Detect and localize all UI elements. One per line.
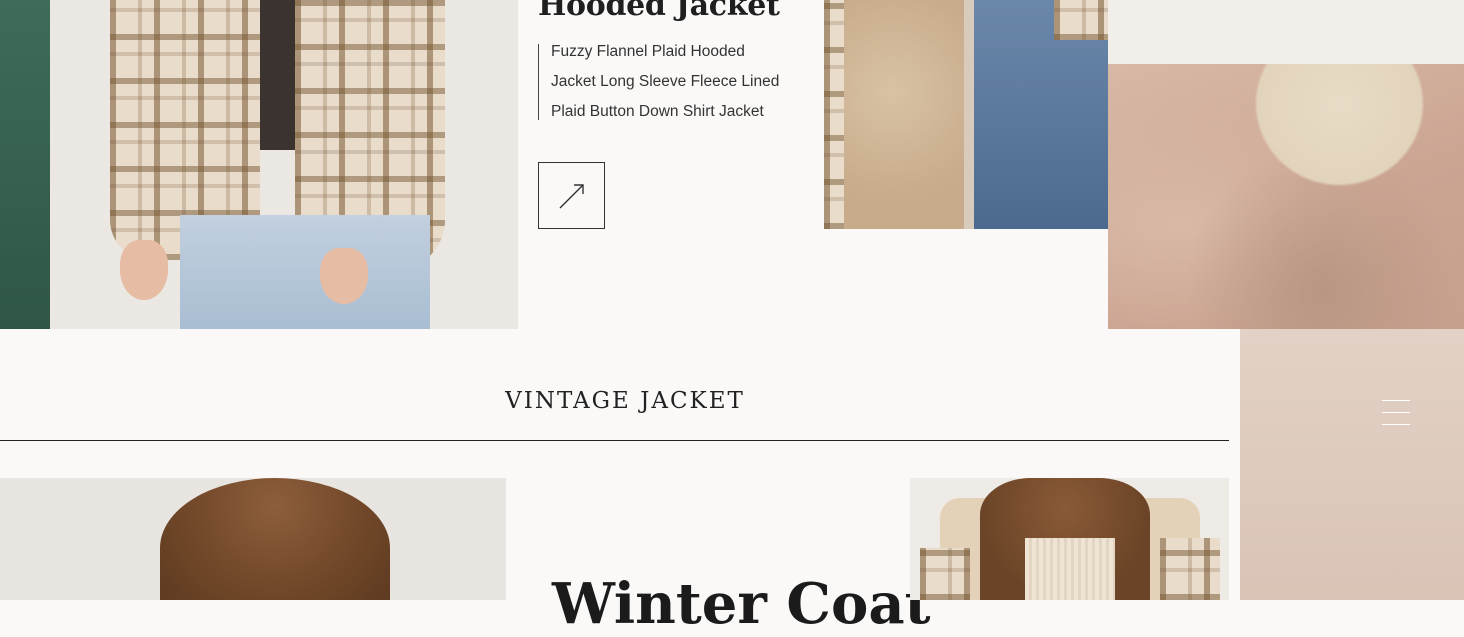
sherpa-detail-photo — [824, 0, 1108, 229]
feature-title: Winter Coat — [552, 571, 931, 637]
product-title: Hooded Jacket — [538, 0, 780, 23]
description-line: Fuzzy Flannel Plaid Hooded — [551, 43, 745, 60]
jeans — [180, 215, 430, 329]
description-line: Plaid Button Down Shirt Jacket — [551, 103, 764, 120]
right-hand — [320, 248, 368, 304]
hero-product-photo — [50, 0, 518, 329]
model-back-photo — [0, 478, 506, 600]
model-front-photo — [910, 478, 1229, 600]
sherpa-lining — [844, 0, 964, 229]
hamburger-menu-icon[interactable] — [1382, 400, 1410, 426]
side-panel — [1240, 329, 1464, 600]
description-line: Jacket Long Sleeve Fleece Lined — [551, 73, 780, 90]
section-divider — [0, 440, 1229, 441]
fleece-closeup-photo — [1108, 64, 1464, 329]
green-accent-strip — [0, 0, 50, 329]
knit-sweater — [1025, 538, 1115, 600]
section-title: VINTAGE JACKET — [505, 388, 745, 414]
view-product-button[interactable] — [538, 162, 605, 229]
product-description: Fuzzy Flannel Plaid Hooded Jacket Long S… — [538, 43, 808, 120]
left-hand — [120, 240, 168, 300]
arrow-up-right-icon — [559, 184, 584, 209]
model-hair — [160, 478, 390, 600]
